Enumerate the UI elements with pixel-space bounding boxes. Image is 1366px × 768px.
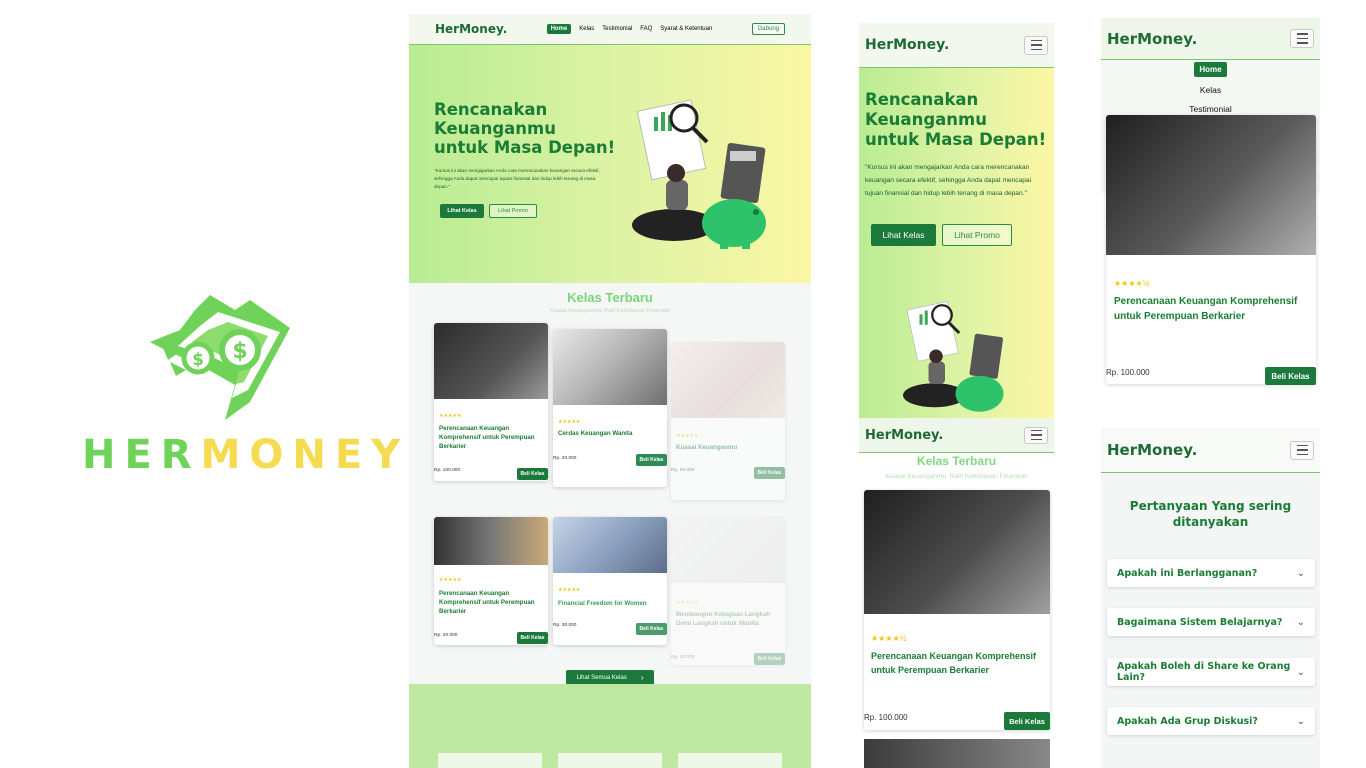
mobile-navbar: HerMoney.: [1101, 18, 1320, 60]
nav-home[interactable]: Home: [1194, 62, 1227, 77]
hero-illustration: [632, 99, 766, 249]
section-title: Kelas Terbaru: [567, 290, 653, 305]
hamburger-icon[interactable]: [1290, 440, 1314, 460]
money-logo-icon: $ $: [150, 295, 290, 420]
hero-view-promo-button[interactable]: Lihat Promo: [942, 224, 1012, 246]
brand-logo-text: HERMONEY: [82, 432, 410, 478]
mobile-preview-menu: HerMoney. Home Kelas Testimonial FAQ Sya…: [1101, 18, 1320, 390]
faq-item[interactable]: Apakah Boleh di Share ke Orang Lain? ⌄: [1107, 658, 1315, 686]
hero-view-promo-button[interactable]: Lihat Promo: [489, 204, 537, 218]
desktop-navbar: HerMoney. Home Kelas Testimonial FAQ Sya…: [409, 14, 811, 45]
faq-item[interactable]: Bagaimana Sistem Belajarnya? ⌄: [1107, 608, 1315, 636]
faq-item[interactable]: Apakah ini Berlangganan? ⌄: [1107, 559, 1315, 587]
buy-button[interactable]: Beli Kelas: [517, 468, 548, 480]
hero-view-classes-button[interactable]: Lihat Kelas: [871, 224, 936, 246]
svg-text:$: $: [192, 350, 204, 370]
course-card[interactable]: ★★★★★ Kuasai Keuanganmu Rp. 50.000 Beli …: [671, 342, 785, 500]
mobile-preview-home: HerMoney. Rencanakan Keuanganmu untuk Ma…: [859, 23, 1054, 768]
nav-home[interactable]: Home: [546, 24, 572, 34]
nav-faq[interactable]: FAQ: [640, 26, 652, 32]
nav-kelas[interactable]: Kelas: [1101, 85, 1320, 95]
chevron-right-icon: ›: [640, 673, 644, 682]
mobile-navbar: HerMoney.: [859, 418, 1054, 453]
faq-title: Pertanyaan Yang sering ditanyakan: [1129, 499, 1292, 529]
buy-button[interactable]: Beli Kelas: [754, 653, 785, 665]
hero-title-3: untuk Masa Depan!: [434, 138, 616, 157]
mobile-navbar: HerMoney.: [1101, 428, 1320, 473]
nav-testimonial[interactable]: Testimonial: [1101, 104, 1320, 114]
desktop-preview: HerMoney. Home Kelas Testimonial FAQ Sya…: [409, 14, 811, 768]
hero-description: "Kursus ini akan mengajarkan Anda cara m…: [434, 168, 600, 189]
brand-name[interactable]: HerMoney.: [435, 22, 507, 36]
buy-button[interactable]: Beli Kelas: [1004, 712, 1050, 730]
course-card[interactable]: ★★★★½ Perencanaan Keuangan Komprehensif …: [864, 490, 1050, 730]
buy-button[interactable]: Beli Kelas: [636, 623, 667, 635]
hero-title-1: Rencanakan: [434, 100, 548, 119]
hamburger-icon[interactable]: [1290, 29, 1314, 48]
nav-kelas[interactable]: Kelas: [579, 26, 594, 32]
chevron-down-icon: ⌄: [1296, 567, 1305, 579]
hero-illustration: [903, 301, 1004, 412]
join-button[interactable]: Gabung: [751, 23, 785, 35]
chevron-down-icon: ⌄: [1296, 715, 1305, 727]
buy-button[interactable]: Beli Kelas: [517, 632, 548, 644]
course-card[interactable]: ★★★★★ Perencanaan Keuangan Komprehensif …: [434, 517, 548, 645]
nav-testimonial[interactable]: Testimonial: [602, 26, 632, 32]
course-card[interactable]: ★★★★★ Perencanaan Keuangan Komprehensif …: [434, 323, 548, 481]
buy-button[interactable]: Beli Kelas: [636, 454, 667, 466]
testimonial-section: [409, 684, 811, 768]
course-card[interactable]: ★★★★★ Financial Freedom for Women Rp. 30…: [553, 517, 667, 645]
brand-logo: $ $: [140, 290, 300, 425]
svg-text:$: $: [232, 339, 247, 364]
mobile-navbar: HerMoney.: [859, 23, 1054, 68]
chevron-down-icon: ⌄: [1296, 616, 1305, 628]
hero-view-classes-button[interactable]: Lihat Kelas: [440, 204, 484, 218]
course-card[interactable]: ★★★★★ Membangun Kekayaan Langkah Demi La…: [671, 517, 785, 665]
see-all-classes-button[interactable]: Lihat Semua Kelas ›: [566, 670, 654, 685]
nav-syarat[interactable]: Syarat & Ketentuan: [660, 26, 712, 32]
faq-item[interactable]: Apakah Ada Grup Diskusi? ⌄: [1107, 707, 1315, 735]
buy-button[interactable]: Beli Kelas: [1265, 367, 1316, 385]
buy-button[interactable]: Beli Kelas: [754, 467, 785, 479]
chevron-down-icon: ⌄: [1296, 666, 1305, 678]
mobile-hero: Rencanakan Keuanganmu untuk Masa Depan! …: [859, 68, 1054, 418]
hero-title-2: Keuanganmu: [434, 119, 556, 138]
section-subtitle: Kuasai Keuanganmu, Raih Kebebasan Finans…: [550, 308, 670, 314]
hamburger-icon[interactable]: [1024, 426, 1048, 444]
hero-section: Rencanakan Keuanganmu untuk Masa Depan! …: [409, 45, 811, 283]
hamburger-icon[interactable]: [1024, 35, 1048, 55]
course-card[interactable]: ★★★★★ Cerdas Keuangan Wanita Rp. 40.000 …: [553, 329, 667, 487]
course-card[interactable]: ★★★★½ Perencanaan Keuangan Komprehensif …: [1106, 115, 1316, 384]
